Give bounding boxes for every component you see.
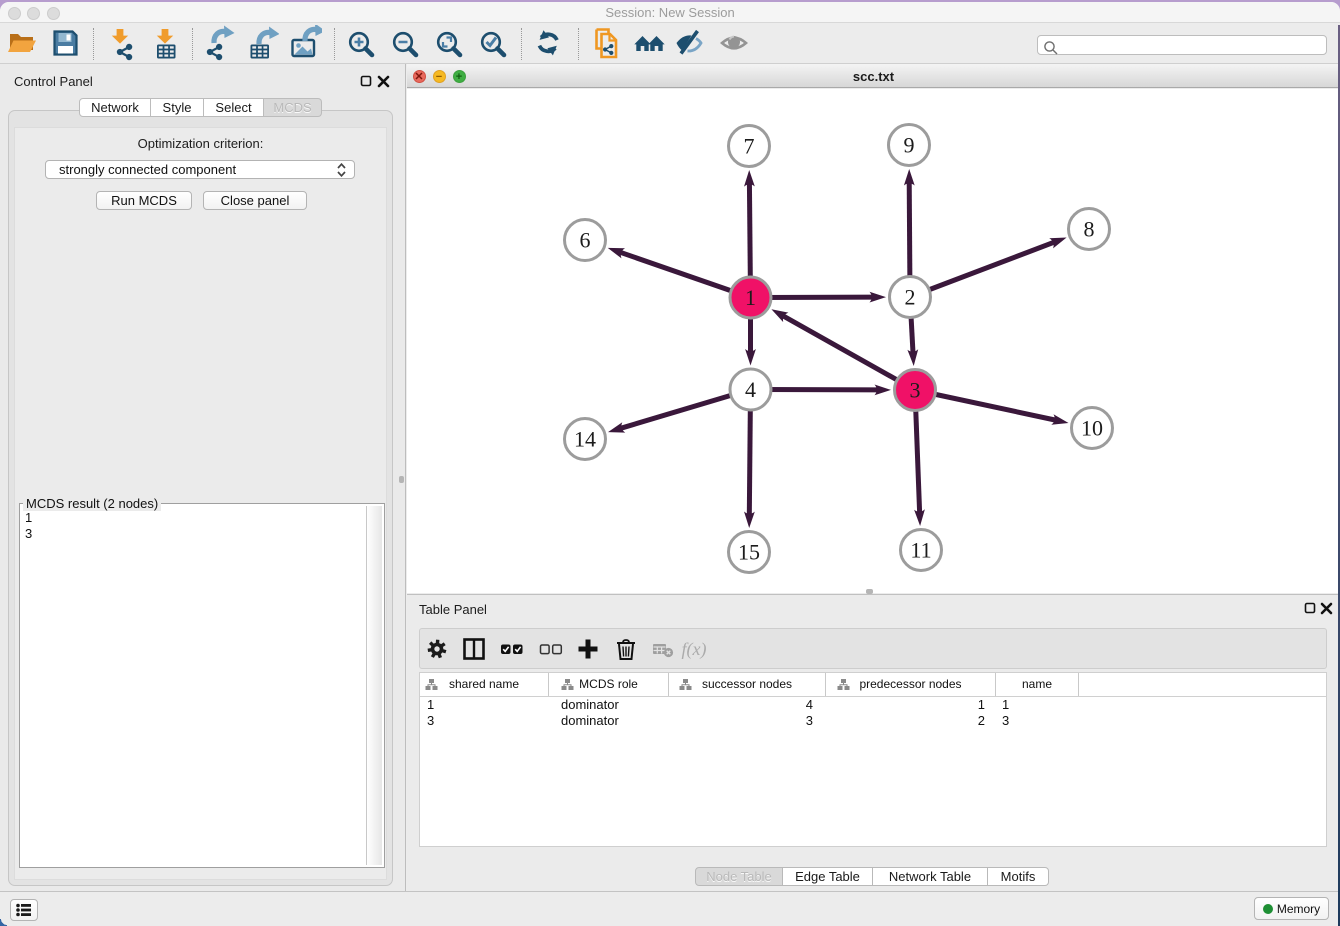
svg-text:9: 9 bbox=[904, 132, 915, 157]
svg-text:11: 11 bbox=[910, 537, 931, 562]
svg-text:2: 2 bbox=[905, 284, 916, 309]
svg-text:10: 10 bbox=[1081, 415, 1103, 440]
svg-text:15: 15 bbox=[738, 539, 760, 564]
svg-text:7: 7 bbox=[744, 133, 755, 158]
svg-text:3: 3 bbox=[910, 377, 921, 402]
svg-text:8: 8 bbox=[1084, 216, 1095, 241]
svg-text:f(x): f(x) bbox=[682, 639, 707, 660]
svg-text:6: 6 bbox=[580, 227, 591, 252]
svg-text:4: 4 bbox=[745, 377, 756, 402]
svg-text:14: 14 bbox=[574, 426, 596, 451]
svg-text:1: 1 bbox=[745, 285, 756, 310]
